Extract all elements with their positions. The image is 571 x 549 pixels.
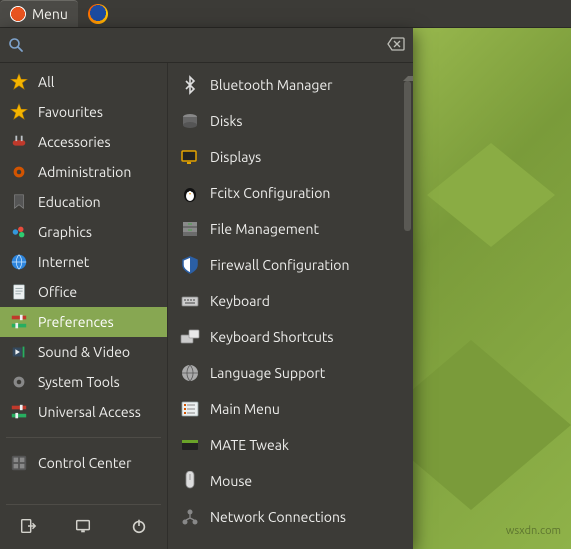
category-item-sound-video[interactable]: Sound & Video [0, 337, 167, 367]
swiss-knife-icon [10, 133, 28, 151]
app-label: Disks [210, 113, 243, 130]
search-row [0, 28, 413, 63]
media-icon [10, 343, 28, 361]
category-label: Sound & Video [38, 344, 130, 361]
app-item-fcitx[interactable]: Fcitx Configuration [168, 175, 402, 211]
category-item-graphics[interactable]: Graphics [0, 217, 167, 247]
category-item-system-tools[interactable]: System Tools [0, 367, 167, 397]
watermark: wsxdn.com [506, 525, 561, 537]
star-icon [10, 103, 28, 121]
app-item-keyboard-shortcuts[interactable]: Keyboard Shortcuts [168, 319, 402, 355]
app-label: Language Support [210, 365, 325, 382]
app-item-network[interactable]: Network Connections [168, 499, 402, 535]
application-pane: Bluetooth Manager Disks Displays Fcitx C… [168, 63, 413, 549]
app-item-mate-tweak[interactable]: MATE Tweak [168, 427, 402, 463]
category-item-education[interactable]: Education [0, 187, 167, 217]
disks-icon [180, 111, 200, 131]
power-button[interactable] [126, 513, 152, 539]
category-label: Preferences [38, 314, 114, 331]
category-item-accessories[interactable]: Accessories [0, 127, 167, 157]
category-item-office[interactable]: Office [0, 277, 167, 307]
category-label: Office [38, 284, 77, 301]
toggles-icon [10, 313, 28, 331]
clear-search-icon[interactable] [387, 37, 405, 54]
app-item-file-management[interactable]: File Management [168, 211, 402, 247]
network-icon [180, 507, 200, 527]
category-item-internet[interactable]: Internet [0, 247, 167, 277]
gear-icon [10, 373, 28, 391]
control-center-item[interactable]: Control Center [0, 448, 167, 478]
app-item-language[interactable]: Language Support [168, 355, 402, 391]
search-input[interactable] [32, 34, 379, 56]
category-item-preferences[interactable]: Preferences [0, 307, 167, 337]
category-label: Education [38, 194, 101, 211]
category-item-all[interactable]: All [0, 67, 167, 97]
control-center-icon [10, 454, 28, 472]
keyboard-shortcut-icon [180, 327, 200, 347]
session-actions [0, 505, 167, 549]
category-label: Administration [38, 164, 131, 181]
panel-icon [180, 435, 200, 455]
menu-button-label: Menu [32, 6, 68, 22]
logout-button[interactable] [15, 513, 41, 539]
app-label: Firewall Configuration [210, 257, 349, 274]
palette-icon [10, 223, 28, 241]
search-icon [8, 37, 24, 53]
category-item-universal-access[interactable]: Universal Access [0, 397, 167, 427]
list-icon [180, 399, 200, 419]
app-label: Mouse [210, 473, 252, 490]
app-label: Network Connections [210, 509, 346, 526]
file-cabinet-icon [180, 219, 200, 239]
lock-screen-button[interactable] [70, 513, 96, 539]
scrollbar-thumb[interactable] [404, 81, 411, 231]
category-label: Universal Access [38, 404, 141, 421]
app-item-mouse[interactable]: Mouse [168, 463, 402, 499]
desktop-bg-shape [411, 130, 571, 260]
app-label: File Management [210, 221, 319, 238]
app-label: Main Menu [210, 401, 280, 418]
app-label: Keyboard Shortcuts [210, 329, 333, 346]
penguin-icon [180, 183, 200, 203]
scrollbar[interactable] [402, 67, 413, 549]
category-label: Graphics [38, 224, 92, 241]
ubuntu-roundel-icon [10, 6, 26, 22]
separator [6, 437, 161, 438]
app-item-disks[interactable]: Disks [168, 103, 402, 139]
app-label: Keyboard [210, 293, 270, 310]
globe-icon [180, 363, 200, 383]
app-label: Fcitx Configuration [210, 185, 330, 202]
keyboard-icon [180, 291, 200, 311]
category-label: Internet [38, 254, 89, 271]
menu-button[interactable]: Menu [0, 0, 78, 27]
gear-icon [10, 163, 28, 181]
category-item-administration[interactable]: Administration [0, 157, 167, 187]
app-item-bluetooth[interactable]: Bluetooth Manager [168, 67, 402, 103]
app-item-keyboard[interactable]: Keyboard [168, 283, 402, 319]
shield-icon [180, 255, 200, 275]
app-item-displays[interactable]: Displays [168, 139, 402, 175]
firefox-launcher-icon[interactable] [88, 4, 108, 24]
bookmark-icon [10, 193, 28, 211]
toggles-icon [10, 403, 28, 421]
top-panel: Menu [0, 0, 571, 28]
displays-icon [180, 147, 200, 167]
main-menu-popup: All Favourites Accessories Administratio… [0, 28, 413, 549]
document-icon [10, 283, 28, 301]
category-pane: All Favourites Accessories Administratio… [0, 63, 168, 549]
app-item-firewall[interactable]: Firewall Configuration [168, 247, 402, 283]
bluetooth-icon [180, 75, 200, 95]
globe-icon [10, 253, 28, 271]
category-item-favourites[interactable]: Favourites [0, 97, 167, 127]
app-item-main-menu[interactable]: Main Menu [168, 391, 402, 427]
category-label: Accessories [38, 134, 111, 151]
app-label: Bluetooth Manager [210, 77, 332, 94]
control-center-label: Control Center [38, 455, 131, 472]
mouse-icon [180, 471, 200, 491]
category-label: System Tools [38, 374, 120, 391]
category-label: All [38, 74, 54, 91]
category-label: Favourites [38, 104, 103, 121]
app-label: MATE Tweak [210, 437, 289, 454]
app-label: Displays [210, 149, 261, 166]
star-icon [10, 73, 28, 91]
